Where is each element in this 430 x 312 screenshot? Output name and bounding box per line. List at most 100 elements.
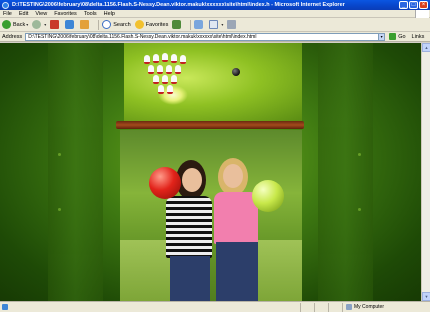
menu-view[interactable]: View [35, 11, 47, 17]
print-button[interactable] [227, 20, 238, 29]
wood-frame-top [116, 121, 304, 129]
status-cell [328, 302, 342, 312]
window-title: D:\TESTING\2006\february\08\delta.1156.F… [12, 2, 345, 8]
window-controls: _ □ × [399, 1, 428, 9]
scroll-down-button[interactable]: ▼ [422, 292, 430, 301]
decorative-dot [58, 208, 61, 211]
print-icon [227, 20, 237, 29]
back-button[interactable]: Back ▾ [2, 20, 28, 29]
links-button[interactable]: Links [412, 34, 425, 40]
home-button[interactable] [80, 20, 91, 29]
favorites-button[interactable]: Favorites [134, 20, 169, 29]
page-content [0, 43, 421, 301]
menu-bar: File Edit View Favorites Tools Help [0, 10, 430, 18]
decorative-dot [58, 153, 61, 156]
vertical-scrollbar[interactable]: ▲ ▼ [421, 43, 430, 301]
status-bar: My Computer [0, 301, 430, 312]
bowling-pin-icon [171, 54, 177, 63]
favorites-label: Favorites [145, 21, 169, 28]
security-zone: My Computer [342, 302, 385, 312]
decorative-dot [358, 153, 361, 156]
menu-file[interactable]: File [3, 11, 12, 17]
windows-flag-icon [415, 10, 429, 18]
bowling-pin-icon [167, 85, 173, 94]
history-button[interactable] [194, 20, 205, 29]
forward-button[interactable]: ▾ [32, 20, 46, 29]
mail-button[interactable]: ▾ [209, 20, 223, 29]
minimize-button[interactable]: _ [399, 1, 408, 9]
bowling-pin-icon [162, 53, 168, 62]
bowling-pin-icon [175, 65, 181, 74]
jeans [216, 242, 258, 301]
zone-label: My Computer [354, 304, 385, 310]
search-icon [102, 20, 112, 29]
black-bowling-ball-icon [232, 68, 240, 76]
address-bar: Address D:\TESTING\2006\february\08\delt… [0, 32, 430, 42]
hero-photo [120, 130, 302, 301]
bowling-pin-icon [166, 65, 172, 74]
maximize-button[interactable]: □ [409, 1, 418, 9]
home-icon [80, 20, 90, 29]
menu-edit[interactable]: Edit [19, 11, 28, 17]
red-bowling-ball-icon [149, 167, 181, 199]
mail-icon [209, 20, 219, 29]
title-bar: D:\TESTING\2006\february\08\delta.1156.F… [0, 0, 430, 10]
close-button[interactable]: × [419, 1, 428, 9]
history-icon [194, 20, 204, 29]
face [223, 164, 243, 188]
go-label: Go [398, 33, 406, 40]
scroll-up-button[interactable]: ▲ [422, 43, 430, 52]
bowling-pins-banner [124, 43, 302, 121]
ie-logo-icon [2, 1, 9, 9]
back-arrow-icon [2, 20, 11, 29]
back-dropdown-icon[interactable]: ▾ [26, 22, 28, 27]
bowling-pin-icon [180, 55, 186, 64]
toolbar-separator [190, 19, 192, 30]
refresh-button[interactable] [65, 20, 76, 29]
stop-icon [50, 20, 60, 29]
go-arrow-icon [389, 33, 397, 40]
forward-arrow-icon [32, 20, 42, 29]
right-side-panel [318, 43, 373, 301]
bowling-pin-icon [153, 54, 159, 63]
green-bowling-ball-icon [252, 180, 284, 212]
go-button[interactable]: Go [389, 33, 406, 40]
computer-icon [346, 304, 352, 310]
face [182, 168, 202, 192]
mail-dropdown-icon[interactable]: ▾ [221, 22, 223, 27]
pink-shirt [214, 192, 258, 244]
girl-blond-hair [212, 158, 270, 301]
stop-button[interactable] [50, 20, 61, 29]
refresh-icon [65, 20, 75, 29]
menu-favorites[interactable]: Favorites [54, 11, 77, 17]
media-icon [172, 20, 182, 29]
menu-tools[interactable]: Tools [84, 11, 97, 17]
search-label: Search [113, 21, 131, 28]
bowling-pin-icon [153, 75, 159, 84]
striped-shirt [166, 196, 212, 258]
decorative-dot [358, 208, 361, 211]
status-cell [314, 302, 328, 312]
media-button[interactable] [172, 20, 183, 29]
toolbar-separator [98, 19, 100, 30]
address-dropdown-button[interactable]: ▾ [378, 32, 386, 41]
left-side-panel [48, 43, 103, 301]
bowling-pin-icon [148, 65, 154, 74]
jeans [170, 256, 210, 301]
bowling-pin-icon [171, 75, 177, 84]
page-icon [2, 304, 8, 310]
toolbar: Back ▾ ▾ Search Favorites ▾ [0, 18, 430, 32]
status-cell [300, 302, 314, 312]
address-label: Address [2, 33, 23, 40]
forward-dropdown-icon[interactable]: ▾ [44, 22, 46, 27]
search-button[interactable]: Search [102, 20, 131, 29]
bowling-pin-icon [157, 65, 163, 74]
favorites-star-icon [134, 20, 144, 29]
bowling-pin-icon [158, 85, 164, 94]
bowling-pin-icon [144, 55, 150, 64]
bowling-pin-icon [162, 75, 168, 84]
address-input[interactable]: D:\TESTING\2006\february\08\delta.1156.F… [25, 32, 380, 41]
menu-help[interactable]: Help [104, 11, 115, 17]
status-text-area [0, 304, 300, 310]
back-label: Back [13, 21, 26, 28]
